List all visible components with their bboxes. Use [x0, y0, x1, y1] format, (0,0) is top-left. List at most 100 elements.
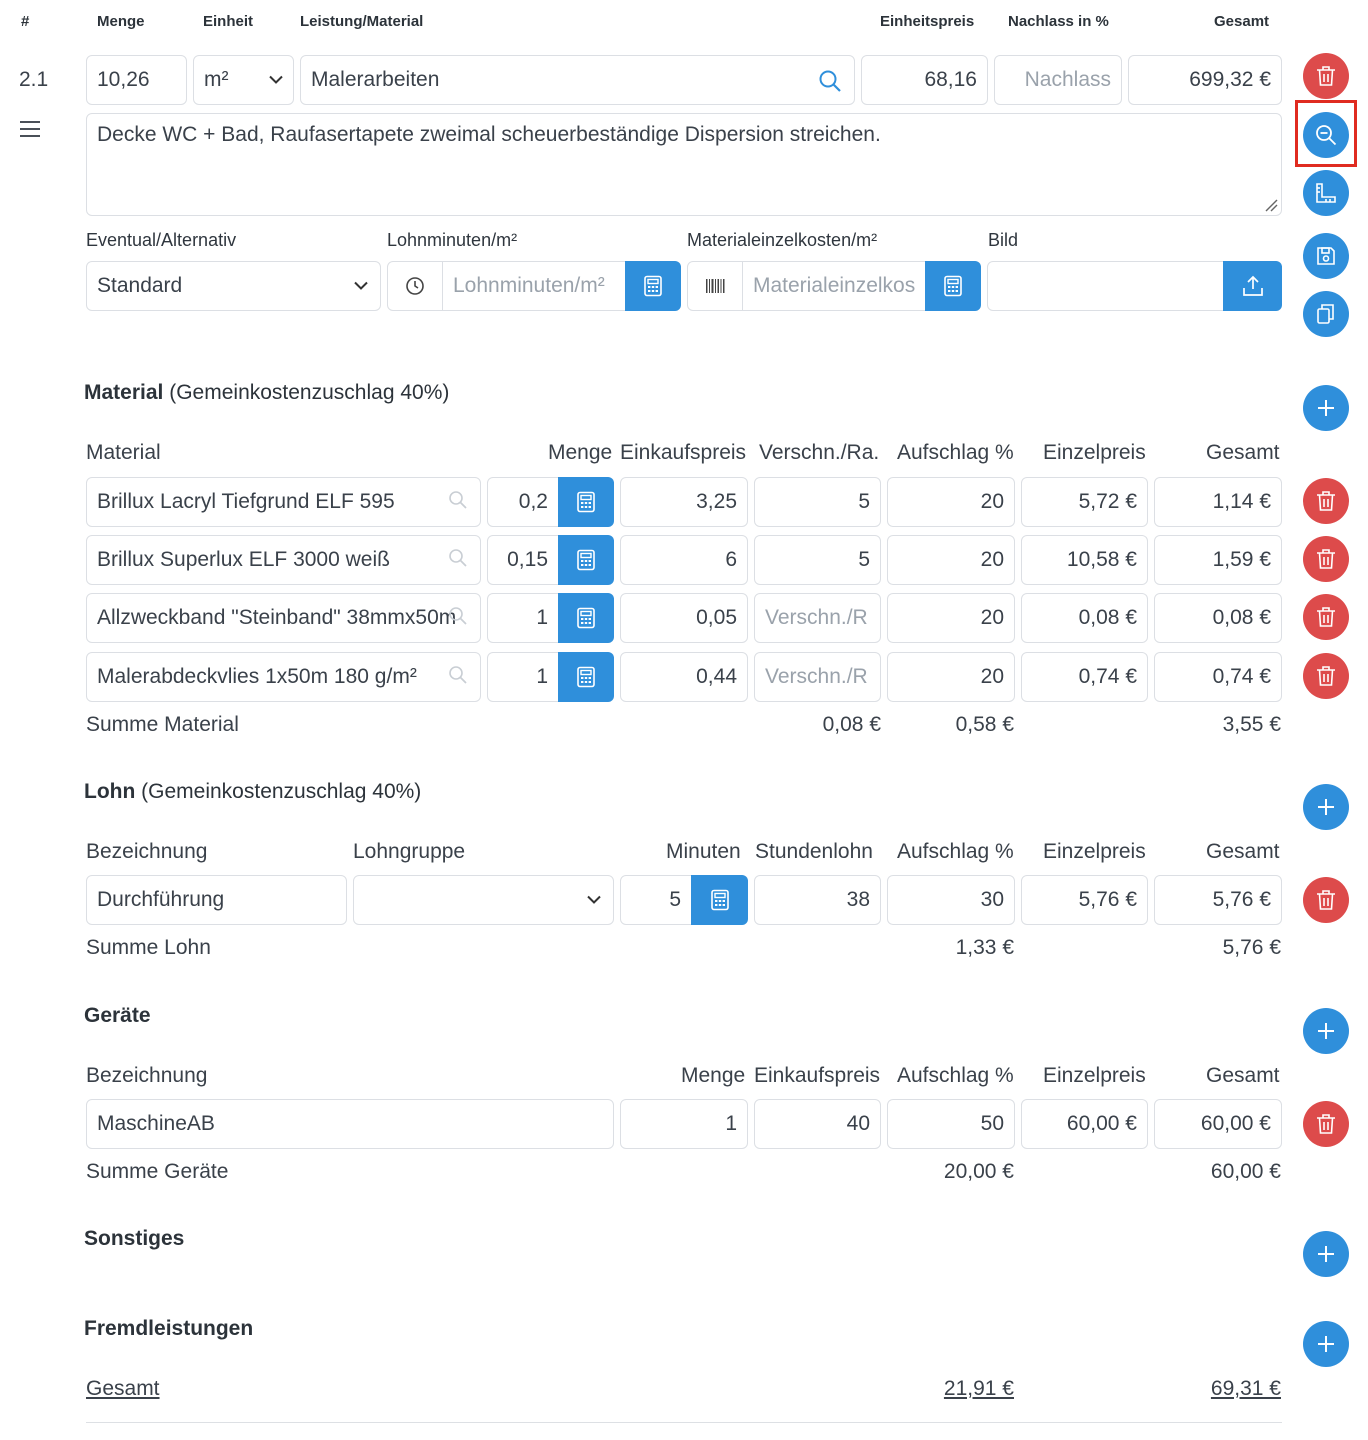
- material-col-material: Material: [86, 441, 161, 464]
- geraete-sum-label: Summe Geräte: [86, 1160, 229, 1183]
- delete-material-button[interactable]: [1303, 653, 1349, 699]
- material-name-input[interactable]: Brillux Superlux ELF 3000 weiß: [86, 535, 481, 585]
- einheitspreis-input[interactable]: 68,16: [861, 55, 988, 105]
- copy-button[interactable]: [1303, 291, 1349, 337]
- eventual-select[interactable]: Standard: [86, 261, 381, 311]
- material-sum-aufschlag: 0,58 €: [955, 713, 1014, 736]
- material-einzelpreis: 0,08 €: [1021, 593, 1148, 643]
- nachlass-placeholder: Nachlass: [1024, 68, 1111, 91]
- material-menge-input[interactable]: 0,2: [487, 477, 559, 527]
- delete-lohn-button[interactable]: [1303, 877, 1349, 923]
- material-name: Malerabdeckvlies 1x50m 180 g/m²: [97, 665, 417, 688]
- geraete-einkaufspreis-input[interactable]: 40: [754, 1099, 881, 1149]
- col-header-gesamt: Gesamt: [1214, 13, 1270, 30]
- geraete-bezeichnung-input[interactable]: MaschineAB: [86, 1099, 614, 1149]
- leistung-input[interactable]: Malerarbeiten: [300, 55, 855, 105]
- nachlass-input[interactable]: Nachlass: [994, 55, 1122, 105]
- lohnminuten-calculator-button[interactable]: [625, 261, 681, 311]
- material-verschnitt-input[interactable]: Verschn./R: [754, 652, 881, 702]
- search-icon[interactable]: [818, 69, 842, 93]
- delete-material-button[interactable]: [1303, 594, 1349, 640]
- geraete-title: Geräte: [84, 1004, 151, 1027]
- material-verschnitt-input[interactable]: 5: [754, 477, 881, 527]
- lohn-calculator-button[interactable]: [691, 875, 748, 925]
- einheit-value: m²: [204, 68, 229, 91]
- geraete-aufschlag-input[interactable]: 50: [887, 1099, 1015, 1149]
- bild-input[interactable]: [987, 261, 1224, 311]
- add-sonstiges-button[interactable]: [1303, 1231, 1349, 1277]
- resize-handle-icon[interactable]: [1264, 198, 1278, 212]
- material-aufschlag-input[interactable]: 20: [887, 535, 1015, 585]
- lohn-sum-label: Summe Lohn: [86, 936, 211, 959]
- material-calculator-button[interactable]: [558, 593, 614, 643]
- trash-icon: [1316, 889, 1336, 911]
- delete-position-button[interactable]: [1303, 53, 1349, 99]
- geraete-gesamt: 60,00 €: [1154, 1099, 1282, 1149]
- description-textarea[interactable]: Decke WC + Bad, Raufasertapete zweimal s…: [86, 113, 1282, 216]
- material-verschnitt-input[interactable]: 5: [754, 535, 881, 585]
- trash-icon: [1316, 490, 1336, 512]
- material-einzelpreis: 0,74 €: [1021, 652, 1148, 702]
- menge-input[interactable]: 10,26: [86, 55, 187, 105]
- delete-geraete-button[interactable]: [1303, 1101, 1349, 1147]
- lohn-section-title: Lohn (Gemeinkostenzuschlag 40%): [84, 780, 421, 804]
- material-sum-verschnitt: 0,08 €: [822, 713, 881, 736]
- material-name-input[interactable]: Allzweckband "Steinband" 38mmx50m: [86, 593, 481, 643]
- save-button[interactable]: [1303, 233, 1349, 279]
- material-menge-input[interactable]: 0,15: [487, 535, 559, 585]
- geraete-col-bezeichnung: Bezeichnung: [86, 1064, 208, 1087]
- search-icon[interactable]: [448, 548, 468, 568]
- drag-handle-icon[interactable]: [20, 120, 40, 138]
- material-einkaufspreis-input[interactable]: 3,25: [620, 477, 748, 527]
- add-geraete-button[interactable]: [1303, 1008, 1349, 1054]
- bild-upload-button[interactable]: [1223, 261, 1282, 311]
- material-calculator-button[interactable]: [558, 535, 614, 585]
- add-lohn-button[interactable]: [1303, 784, 1349, 830]
- material-calculator-button[interactable]: [558, 652, 614, 702]
- material-menge-input[interactable]: 1: [487, 652, 559, 702]
- material-aufschlag-input[interactable]: 20: [887, 593, 1015, 643]
- lohngruppe-select[interactable]: [353, 875, 614, 925]
- materialkosten-input[interactable]: Materialeinzelkos: [742, 261, 926, 311]
- delete-material-button[interactable]: [1303, 536, 1349, 582]
- search-icon[interactable]: [448, 606, 468, 626]
- material-name-input[interactable]: Malerabdeckvlies 1x50m 180 g/m²: [86, 652, 481, 702]
- measure-button[interactable]: [1303, 170, 1349, 216]
- calculator-icon: [643, 275, 663, 297]
- lohn-col-stundenlohn: Stundenlohn: [755, 840, 873, 863]
- geraete-col-menge: Menge: [681, 1064, 746, 1087]
- material-col-aufschlag: Aufschlag %: [897, 441, 1014, 464]
- delete-material-button[interactable]: [1303, 478, 1349, 524]
- lohnminuten-placeholder: Lohnminuten/m²: [453, 274, 605, 297]
- add-fremdleistungen-button[interactable]: [1303, 1321, 1349, 1367]
- material-einkaufspreis-input[interactable]: 6: [620, 535, 748, 585]
- search-icon[interactable]: [448, 665, 468, 685]
- search-icon[interactable]: [448, 490, 468, 510]
- material-verschnitt-input[interactable]: Verschn./R: [754, 593, 881, 643]
- sonstiges-title: Sonstiges: [84, 1227, 185, 1250]
- chevron-down-icon: [269, 75, 283, 85]
- add-material-button[interactable]: [1303, 385, 1349, 431]
- lohn-minuten-input[interactable]: 5: [620, 875, 692, 925]
- lohn-bezeichnung-input[interactable]: Durchführung: [86, 875, 347, 925]
- geraete-einzelpreis: 60,00 €: [1021, 1099, 1148, 1149]
- zoom-out-button[interactable]: [1303, 112, 1349, 158]
- lohn-stundenlohn-input[interactable]: 38: [754, 875, 881, 925]
- material-einkaufspreis-input[interactable]: 0,44: [620, 652, 748, 702]
- material-col-einkaufspreis: Einkaufspreis: [620, 441, 747, 464]
- material-menge-input[interactable]: 1: [487, 593, 559, 643]
- col-header-nachlass: Nachlass in %: [1008, 13, 1109, 30]
- calculator-icon: [576, 666, 596, 688]
- material-aufschlag-input[interactable]: 20: [887, 652, 1015, 702]
- lohnminuten-input[interactable]: Lohnminuten/m²: [442, 261, 626, 311]
- material-calculator-button[interactable]: [558, 477, 614, 527]
- geraete-menge-input[interactable]: 1: [620, 1099, 748, 1149]
- material-aufschlag-input[interactable]: 20: [887, 477, 1015, 527]
- lohn-aufschlag-input[interactable]: 30: [887, 875, 1015, 925]
- materialkosten-calculator-button[interactable]: [925, 261, 981, 311]
- upload-icon: [1241, 274, 1265, 298]
- material-col-verschnitt: Verschn./Ra.: [759, 441, 880, 464]
- material-name-input[interactable]: Brillux Lacryl Tiefgrund ELF 595: [86, 477, 481, 527]
- einheit-select[interactable]: m²: [193, 55, 294, 105]
- material-einkaufspreis-input[interactable]: 0,05: [620, 593, 748, 643]
